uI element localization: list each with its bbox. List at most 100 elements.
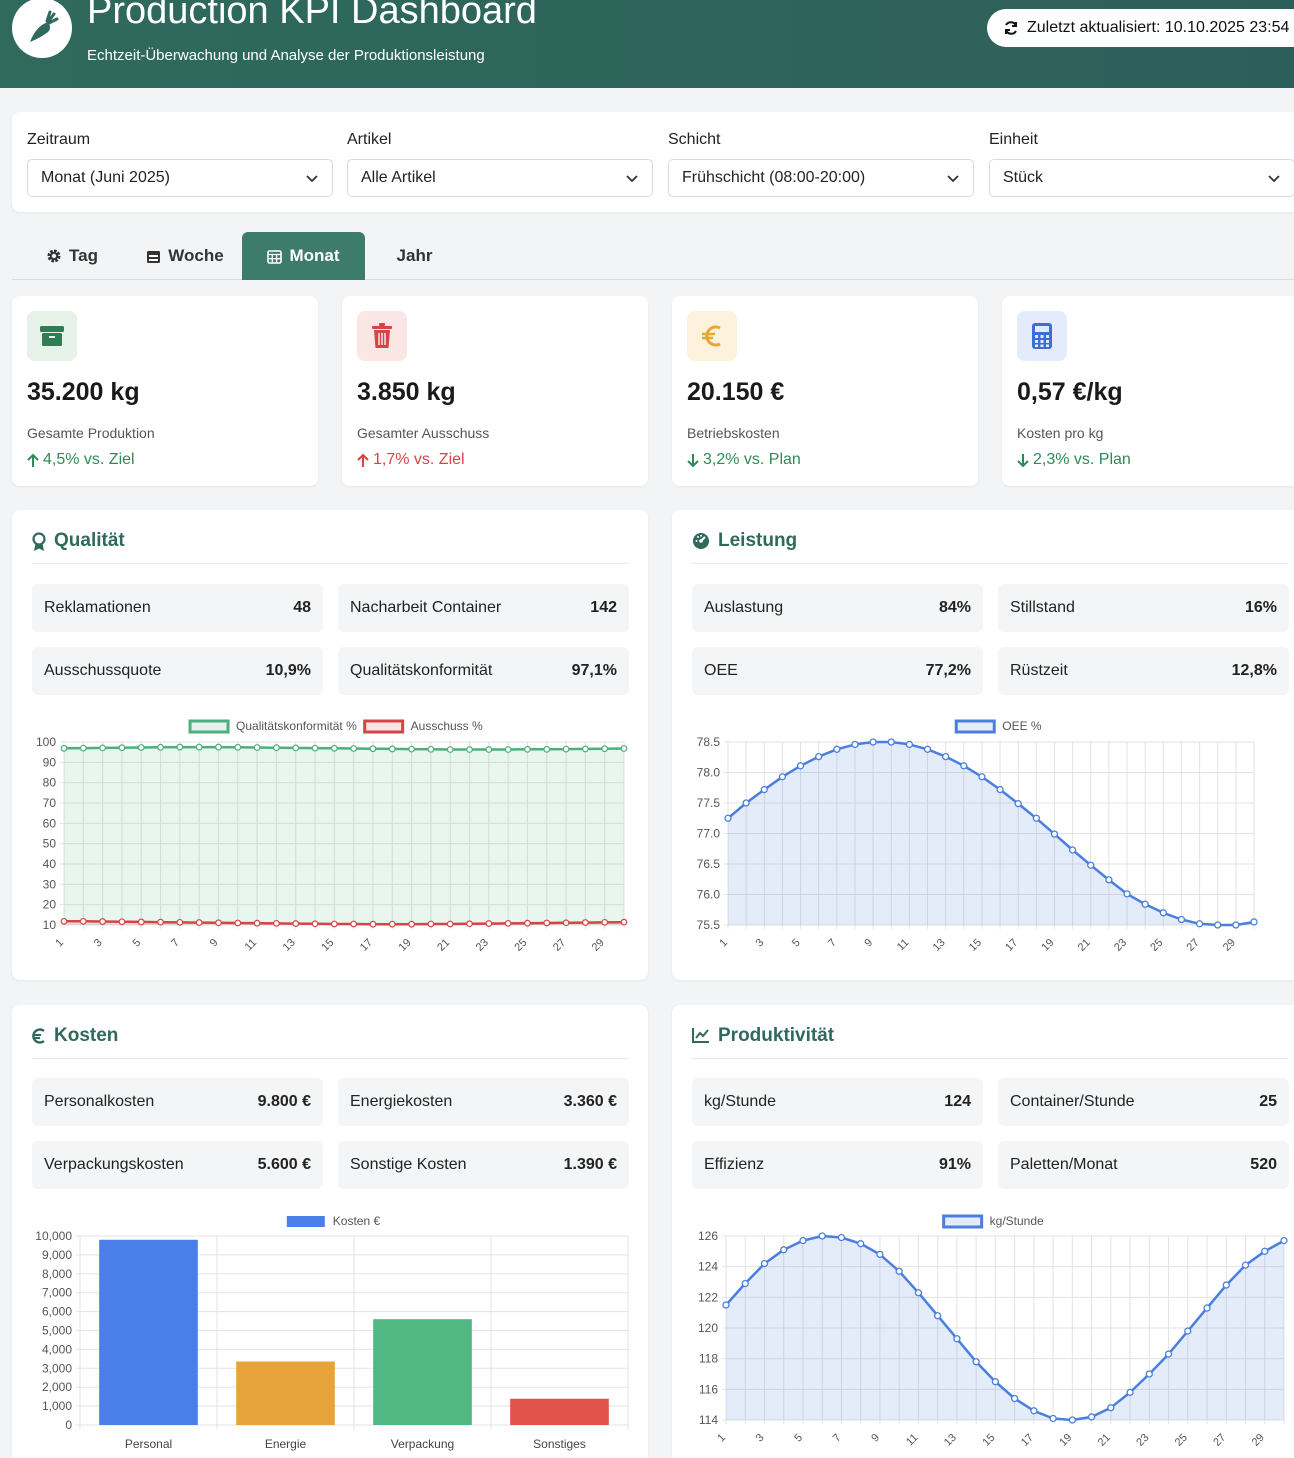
period-tabs: Tag Woche Monat Jahr	[12, 232, 1294, 280]
data-point	[330, 744, 338, 752]
metric-label: Rüstzeit	[1010, 662, 1068, 679]
data-point	[581, 745, 589, 753]
data-point	[1068, 1416, 1076, 1424]
data-point	[79, 917, 87, 925]
data-point	[562, 745, 570, 753]
select-value: Frühschicht (08:00-20:00)	[682, 169, 866, 186]
data-point	[914, 1289, 923, 1297]
legend-swatch	[942, 1214, 984, 1229]
legend-swatch	[188, 719, 230, 734]
x-tick-label: 19	[1057, 1432, 1074, 1449]
tab-tag[interactable]: Tag	[22, 232, 122, 280]
data-point	[176, 918, 184, 926]
data-point	[780, 1246, 788, 1254]
einheit-select[interactable]: Stück	[989, 159, 1294, 197]
metric-value: 91%	[938, 1156, 971, 1173]
x-tick-label: 3	[754, 1432, 767, 1445]
data-point	[1068, 846, 1077, 854]
x-tick-label: 21	[435, 937, 452, 954]
data-point	[1222, 1281, 1230, 1289]
bar	[99, 1239, 198, 1425]
kpi-value: 3.850 kg	[357, 378, 456, 406]
data-point	[799, 1236, 807, 1245]
calendar-week-icon	[147, 250, 161, 263]
metric-reklamationen: Reklamationen 48	[32, 584, 323, 632]
data-point	[504, 919, 512, 927]
metric-label: Ausschussquote	[44, 662, 162, 679]
data-point	[562, 919, 570, 927]
metric-sonstige-kosten: Sonstige Kosten 1.390 €	[338, 1141, 629, 1189]
data-point	[760, 785, 768, 794]
last-updated-badge[interactable]: Zuletzt aktualisiert: 10.10.2025 23:54	[987, 9, 1294, 47]
data-point	[485, 746, 493, 753]
data-point	[273, 744, 280, 752]
award-icon	[32, 532, 46, 551]
metric-ausschussquote: Ausschussquote 10,9%	[32, 647, 323, 695]
data-point	[350, 745, 358, 752]
data-point	[157, 918, 164, 926]
data-point	[581, 919, 589, 926]
data-point	[253, 744, 261, 751]
x-tick-label: 3	[754, 937, 767, 950]
kpi-trend: 2,3% vs. Plan	[1017, 451, 1131, 469]
x-tick-label: 25	[1148, 937, 1165, 954]
y-tick-label: 2,000	[42, 1380, 72, 1394]
data-point	[292, 744, 300, 752]
metric-value: 48	[293, 599, 311, 616]
artikel-select[interactable]: Alle Artikel	[347, 159, 653, 197]
page-subtitle: Echtzeit-Überwachung und Analyse der Pro…	[87, 47, 485, 64]
legend-label: Qualitätskonformität %	[236, 719, 357, 733]
y-tick-label: 4,000	[42, 1342, 72, 1356]
metric-value: 84%	[938, 599, 971, 616]
x-category-label: Personal	[125, 1437, 172, 1451]
chevron-down-icon	[947, 175, 959, 183]
zeitraum-select[interactable]: Monat (Juni 2025)	[27, 159, 333, 197]
metric-value: 1.390 €	[563, 1156, 617, 1173]
y-tick-label: 6,000	[42, 1305, 72, 1319]
data-point	[960, 762, 968, 770]
schicht-select[interactable]: Frühschicht (08:00-20:00)	[668, 159, 974, 197]
filter-label: Zeitraum	[27, 131, 91, 148]
panel-quality: Qualität Reklamationen 48 Nacharbeit Cont…	[12, 510, 648, 980]
box-icon	[27, 311, 77, 361]
metric-auslastung: Auslastung 84%	[692, 584, 983, 632]
data-point	[857, 1240, 865, 1248]
data-point	[157, 743, 164, 751]
data-point	[524, 919, 531, 927]
metric-label: kg/Stunde	[704, 1093, 777, 1110]
tab-label: Woche	[168, 246, 224, 265]
kpi-card-waste: 3.850 kg Gesamter Ausschuss 1,7% vs. Zie…	[342, 296, 648, 486]
tab-jahr[interactable]: Jahr	[377, 232, 452, 280]
x-tick-label: 27	[551, 937, 568, 954]
data-point	[1241, 1261, 1250, 1269]
data-point	[369, 745, 377, 753]
data-point	[1049, 1414, 1057, 1423]
tab-woche[interactable]: Woche	[130, 232, 240, 280]
x-tick-label: 7	[826, 937, 839, 950]
filter-label: Einheit	[989, 131, 1038, 148]
data-point	[851, 740, 859, 749]
kpi-label: Gesamte Produktion	[27, 425, 155, 441]
x-tick-label: 27	[1185, 937, 1202, 954]
x-tick-label: 29	[590, 937, 607, 954]
panel-title-text: Produktivität	[718, 1025, 835, 1046]
kpi-trend-text: 4,5% vs. Ziel	[43, 451, 135, 468]
legend-label: kg/Stunde	[990, 1214, 1044, 1228]
metric-effizienz: Effizienz 91%	[692, 1141, 983, 1189]
metric-value: 77,2%	[925, 662, 971, 679]
metric-stillstand: Stillstand 16%	[998, 584, 1289, 632]
data-point	[601, 745, 609, 753]
last-updated-text: Zuletzt aktualisiert: 10.10.2025 23:54	[1027, 19, 1290, 36]
x-tick-label: 15	[319, 937, 336, 954]
metric-value: 3.360 €	[563, 1093, 617, 1110]
x-tick-label: 25	[1173, 1432, 1190, 1449]
kpi-trend: 1,7% vs. Ziel	[357, 451, 465, 469]
y-tick-label: 30	[43, 877, 57, 891]
legend-label: OEE %	[1002, 719, 1042, 733]
data-point	[818, 1232, 826, 1240]
calendar-month-icon	[267, 249, 283, 264]
data-point	[195, 743, 203, 751]
y-tick-label: 90	[43, 755, 57, 769]
data-point	[895, 1267, 903, 1275]
tab-monat[interactable]: Monat	[242, 232, 365, 280]
